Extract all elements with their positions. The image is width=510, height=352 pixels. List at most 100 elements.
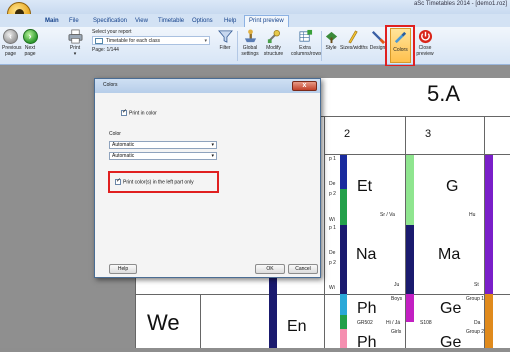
tab-options[interactable]: Options — [192, 16, 213, 26]
subject-color-bar — [406, 225, 414, 294]
ribbon-tabs: Main File Specification View Timetable O… — [0, 14, 510, 27]
wrench-icon — [267, 30, 280, 44]
chevron-down-icon: ▾ — [211, 142, 214, 148]
group-label: Boys — [391, 296, 403, 302]
color-combo-2-value: Automatic — [112, 153, 135, 159]
tab-specification[interactable]: Specification — [93, 16, 127, 26]
subject-color-bar — [340, 329, 347, 348]
modify-structure-button[interactable]: Modify structure — [262, 29, 285, 57]
sizes-widths-button[interactable]: Sizes/widths — [340, 29, 368, 51]
row-label: De — [329, 250, 336, 256]
lesson-teacher: Ju — [394, 282, 400, 288]
lesson-teacher: Da — [474, 320, 481, 326]
extra-columns-button[interactable]: Extra columns/rows — [291, 29, 322, 57]
color-combo-1[interactable]: Automatic ▾ — [109, 141, 217, 149]
subject-color-bar — [406, 155, 414, 225]
tools-icon — [244, 29, 256, 43]
style-button[interactable]: Style — [323, 29, 339, 51]
lesson-subject: Et — [357, 178, 373, 195]
dialog-title: Colors — [103, 82, 118, 88]
print-in-color-label: Print in color — [129, 110, 157, 117]
global-settings-button[interactable]: Global settings — [239, 29, 261, 57]
previous-page-button[interactable]: ‹ Previous page — [2, 29, 22, 57]
table-add-icon — [299, 29, 312, 42]
lesson-subject: Ge — [440, 334, 462, 351]
close-preview-label: Close preview — [416, 45, 434, 57]
next-page-button[interactable]: › Next page — [21, 29, 39, 57]
subject-color-bar — [340, 315, 347, 329]
lesson-subject: Ma — [438, 246, 461, 263]
previous-page-label: Previous page — [2, 45, 22, 57]
tab-file[interactable]: File — [69, 16, 79, 26]
lesson-subject: Ph — [357, 300, 377, 317]
brush-icon — [371, 30, 385, 44]
select-report-label: Select your report — [92, 29, 132, 35]
subject-color-bar — [340, 294, 347, 315]
lesson-room: GR502 — [357, 320, 373, 326]
ruler-icon — [347, 30, 358, 44]
style-label: Style — [325, 45, 337, 51]
lesson-subject: Na — [356, 246, 377, 263]
subject-color-bar — [340, 189, 347, 225]
subject-color-bar — [485, 294, 493, 348]
filter-button[interactable]: Filter — [215, 29, 235, 51]
sizes-widths-label: Sizes/widths — [340, 45, 368, 51]
print-in-color-checkbox[interactable]: Print in color — [121, 109, 157, 117]
report-dropdown[interactable]: Timetable for each class ▾ — [92, 36, 210, 45]
column-header-2: 2 — [344, 128, 351, 140]
row-label: p 1 — [329, 225, 336, 231]
tab-main[interactable]: Main — [45, 16, 59, 26]
checkbox-highlight-frame — [108, 171, 219, 193]
lesson-subject: Ge — [440, 300, 462, 317]
column-header-3: 3 — [425, 128, 432, 140]
modify-structure-label: Modify structure — [263, 45, 284, 57]
checkbox-checked-icon — [121, 109, 127, 116]
close-icon[interactable]: x — [292, 81, 317, 91]
color-combo-2[interactable]: Automatic ▾ — [109, 152, 217, 160]
close-preview-button[interactable]: Close preview — [415, 29, 435, 57]
tab-help[interactable]: Help — [224, 16, 236, 26]
lesson-subject: En — [287, 318, 307, 335]
page-indicator: Page: 1/144 — [92, 47, 119, 53]
ok-button[interactable]: OK — [255, 264, 285, 274]
funnel-icon — [217, 30, 233, 43]
help-button[interactable]: Help — [109, 264, 137, 274]
subject-color-bar — [485, 155, 493, 294]
row-label: p 2 — [329, 260, 336, 266]
grid-line — [135, 294, 510, 295]
ribbon: ‹ Previous page › Next page Print ▾ Sele… — [0, 27, 510, 65]
global-settings-label: Global settings — [241, 45, 259, 57]
row-label: Wi — [329, 285, 335, 291]
lesson-teacher: St — [474, 282, 479, 288]
lesson-teacher: Hi / Já — [386, 320, 401, 326]
printer-icon — [68, 29, 82, 44]
row-label: p 1 — [329, 156, 336, 162]
filter-label: Filter — [219, 45, 231, 51]
subject-color-bar — [340, 155, 347, 189]
group-label: Group 1 — [466, 296, 485, 302]
tab-view[interactable]: View — [135, 16, 148, 26]
ribbon-separator — [237, 31, 238, 61]
subject-color-bar — [340, 225, 347, 294]
lesson-subject: G — [446, 178, 459, 195]
print-button[interactable]: Print ▾ — [65, 29, 85, 57]
grid-line — [324, 116, 325, 348]
group-label: Girls — [391, 329, 402, 335]
colors-highlight-frame — [385, 25, 415, 67]
title-bar: aSc Timetables 2014 - [demo1.roz] — [0, 0, 510, 14]
row-label: p 2 — [329, 191, 336, 197]
grid-line — [324, 154, 510, 155]
tab-timetable[interactable]: Timetable — [158, 16, 184, 26]
design-label: Design — [369, 45, 386, 51]
color-group-label: Color — [109, 131, 121, 137]
chevron-down-icon: ▾ — [204, 38, 207, 44]
ribbon-separator — [321, 31, 322, 61]
row-label: Wi — [329, 217, 335, 223]
next-page-label: Next page — [24, 45, 36, 57]
chevron-down-icon: ▾ — [211, 153, 214, 159]
class-title: 5.A — [427, 81, 461, 106]
tab-print-preview[interactable]: Print preview — [244, 15, 289, 27]
arrow-right-icon: › — [22, 29, 38, 44]
cancel-button[interactable]: Cancel — [288, 264, 318, 274]
window-title: aSc Timetables 2014 - [demo1.roz] — [413, 1, 507, 7]
